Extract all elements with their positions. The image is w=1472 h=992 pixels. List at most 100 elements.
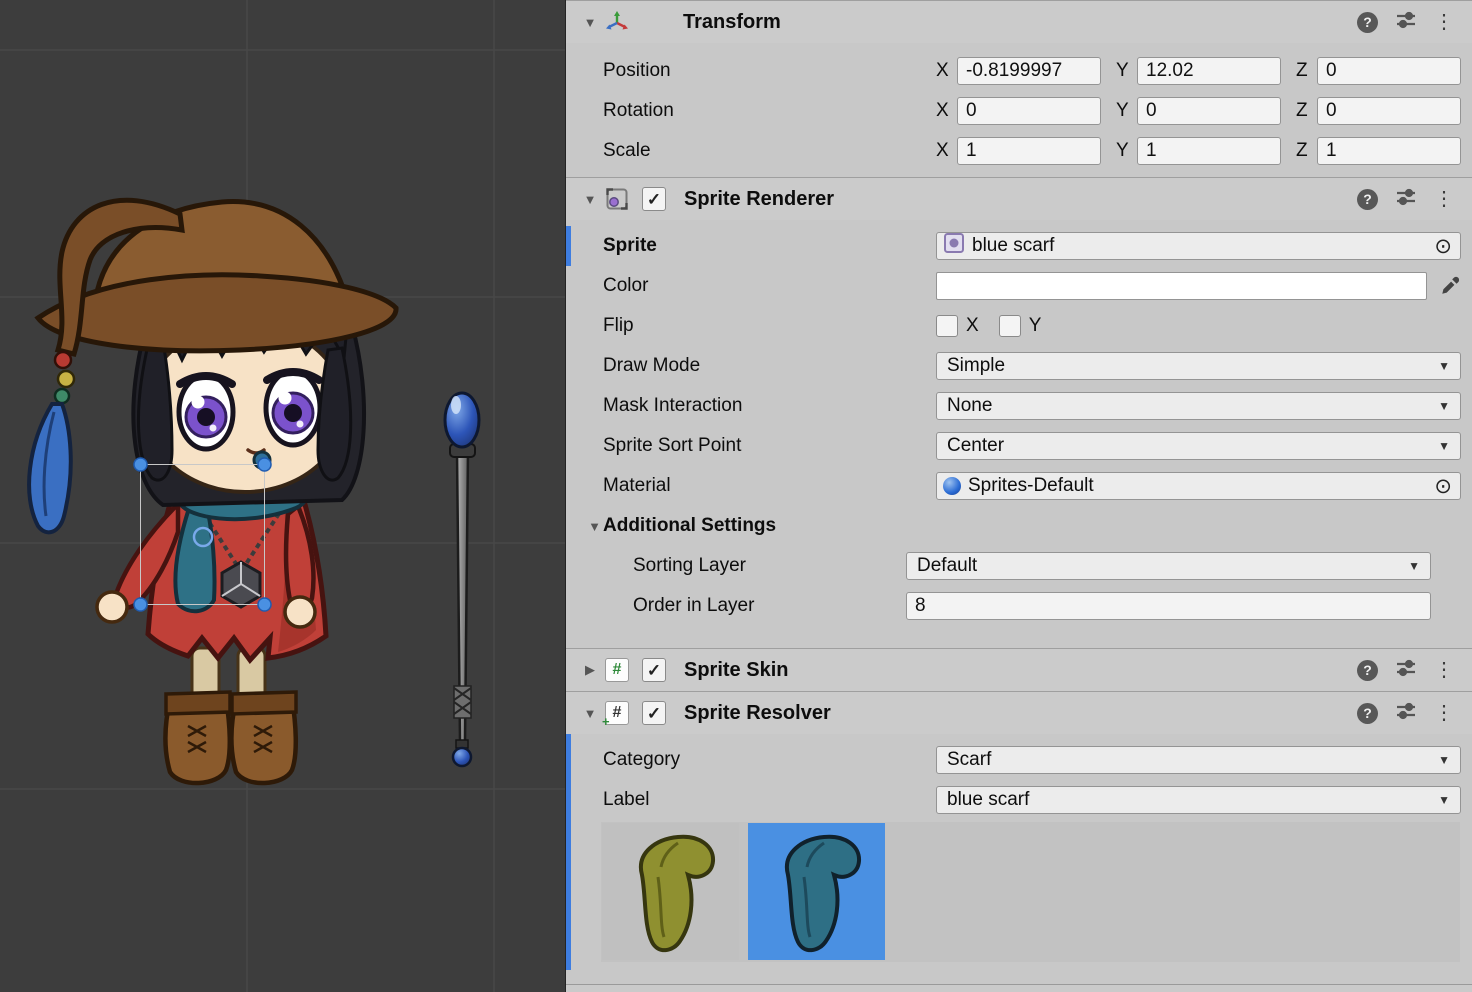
axis-z-label[interactable]: Z: [1296, 60, 1317, 82]
sprite-skin-header[interactable]: ▶ # ✓ Sprite Skin ? ⋮: [566, 648, 1472, 691]
scene-canvas[interactable]: [0, 0, 565, 992]
help-icon[interactable]: ?: [1357, 660, 1378, 681]
object-picker-icon[interactable]: ⊙: [1434, 476, 1452, 497]
category-row: Category Scarf ▼: [566, 740, 1472, 780]
category-dropdown[interactable]: Scarf ▼: [936, 746, 1461, 774]
color-label: Color: [603, 275, 936, 297]
axis-z-label[interactable]: Z: [1296, 140, 1317, 162]
draw-mode-value: Simple: [947, 355, 1005, 377]
sorting-layer-dropdown[interactable]: Default ▼: [906, 552, 1431, 580]
mask-interaction-row: Mask Interaction None ▼: [566, 386, 1472, 426]
order-in-layer-label: Order in Layer: [603, 595, 906, 617]
presets-icon[interactable]: [1395, 9, 1417, 36]
scene-view[interactable]: [0, 0, 565, 992]
rotation-y-input[interactable]: [1137, 97, 1281, 125]
sorting-layer-row: Sorting Layer Default ▼: [566, 546, 1472, 586]
sprite-sort-point-dropdown[interactable]: Center ▼: [936, 432, 1461, 460]
sprite-sort-point-label: Sprite Sort Point: [603, 435, 936, 457]
scale-z-input[interactable]: [1317, 137, 1461, 165]
sprite-skin-title: Sprite Skin: [684, 659, 788, 682]
position-row: Position X Y Z: [566, 51, 1472, 91]
presets-icon[interactable]: [1395, 657, 1417, 684]
presets-icon[interactable]: [1395, 186, 1417, 213]
sprite-renderer-icon: [604, 186, 630, 212]
position-x-input[interactable]: [957, 57, 1101, 85]
flip-y-checkbox[interactable]: [999, 315, 1021, 337]
component-enabled-checkbox[interactable]: ✓: [642, 658, 666, 682]
sprite-resolver-icon: #+: [604, 700, 630, 726]
foldout-closed-icon[interactable]: ▶: [580, 662, 600, 678]
axis-y-label[interactable]: Y: [1116, 100, 1137, 122]
axis-y-label[interactable]: Y: [1116, 60, 1137, 82]
draw-mode-dropdown[interactable]: Simple ▼: [936, 352, 1461, 380]
foldout-open-icon[interactable]: ▼: [580, 192, 600, 207]
mask-interaction-dropdown[interactable]: None ▼: [936, 392, 1461, 420]
kebab-menu-icon[interactable]: ⋮: [1434, 660, 1454, 680]
label-dropdown[interactable]: blue scarf ▼: [936, 786, 1461, 814]
help-icon[interactable]: ?: [1357, 189, 1378, 210]
label-value: blue scarf: [947, 789, 1029, 811]
sprite-renderer-header[interactable]: ▼ ✓ Sprite Renderer ? ⋮: [566, 177, 1472, 220]
scale-y-input[interactable]: [1137, 137, 1281, 165]
inspector-footer-divider: [566, 984, 1472, 992]
position-z-input[interactable]: [1317, 57, 1461, 85]
object-picker-icon[interactable]: ⊙: [1434, 236, 1452, 257]
kebab-menu-icon[interactable]: ⋮: [1434, 189, 1454, 209]
rotation-label: Rotation: [603, 100, 936, 122]
flip-y-label: Y: [1029, 315, 1042, 337]
sprite-resolver-body: Category Scarf ▼ Label blue scarf ▼: [566, 734, 1472, 970]
additional-settings-label: Additional Settings: [603, 515, 936, 537]
presets-icon[interactable]: [1395, 700, 1417, 727]
position-y-input[interactable]: [1137, 57, 1281, 85]
axis-y-label[interactable]: Y: [1116, 140, 1137, 162]
axis-z-label[interactable]: Z: [1296, 100, 1317, 122]
kebab-menu-icon[interactable]: ⋮: [1434, 703, 1454, 723]
draw-mode-label: Draw Mode: [603, 355, 936, 377]
sprite-sort-point-row: Sprite Sort Point Center ▼: [566, 426, 1472, 466]
sprite-row: Sprite blue scarf ⊙: [566, 226, 1472, 266]
foldout-open-icon[interactable]: ▼: [580, 706, 600, 721]
axis-x-label[interactable]: X: [936, 60, 957, 82]
chevron-down-icon: ▼: [1438, 399, 1450, 413]
flip-label: Flip: [603, 315, 936, 337]
thumbnail-green-scarf[interactable]: [602, 823, 739, 960]
order-in-layer-input[interactable]: [906, 592, 1431, 620]
rotation-x-input[interactable]: [957, 97, 1101, 125]
axis-x-label[interactable]: X: [936, 140, 957, 162]
transform-icon: [604, 9, 630, 35]
draw-mode-row: Draw Mode Simple ▼: [566, 346, 1472, 386]
foldout-open-icon[interactable]: ▼: [580, 15, 600, 30]
scale-label: Scale: [603, 140, 936, 162]
sprite-resolver-header[interactable]: ▼ #+ ✓ Sprite Resolver ? ⋮: [566, 691, 1472, 734]
scale-x-input[interactable]: [957, 137, 1101, 165]
sprite-asset-icon: [943, 232, 965, 260]
rotation-z-input[interactable]: [1317, 97, 1461, 125]
chevron-down-icon: ▼: [1438, 439, 1450, 453]
additional-settings-row[interactable]: ▼ Additional Settings: [566, 506, 1472, 546]
position-label: Position: [603, 60, 936, 82]
mask-interaction-label: Mask Interaction: [603, 395, 936, 417]
flip-row: Flip X Y: [566, 306, 1472, 346]
material-object-field[interactable]: Sprites-Default ⊙: [936, 472, 1461, 500]
transform-header[interactable]: ▼ Transform ? ⋮: [566, 0, 1472, 43]
rotation-row: Rotation X Y Z: [566, 91, 1472, 131]
thumbnail-blue-scarf[interactable]: [748, 823, 885, 960]
eyedropper-icon[interactable]: [1427, 275, 1461, 297]
sprite-object-field[interactable]: blue scarf ⊙: [936, 232, 1461, 260]
component-enabled-checkbox[interactable]: ✓: [642, 187, 666, 211]
chevron-down-icon: ▼: [1408, 559, 1420, 573]
flip-x-checkbox[interactable]: [936, 315, 958, 337]
sorting-layer-label: Sorting Layer: [603, 555, 906, 577]
component-enabled-checkbox[interactable]: ✓: [642, 701, 666, 725]
sprite-renderer-title: Sprite Renderer: [684, 188, 834, 211]
color-swatch[interactable]: [936, 272, 1427, 300]
help-icon[interactable]: ?: [1357, 12, 1378, 33]
sprite-resolver-title: Sprite Resolver: [684, 702, 831, 725]
chevron-down-icon: ▼: [1438, 359, 1450, 373]
axis-x-label[interactable]: X: [936, 100, 957, 122]
kebab-menu-icon[interactable]: ⋮: [1434, 12, 1454, 32]
help-icon[interactable]: ?: [1357, 703, 1378, 724]
sprite-value: blue scarf: [972, 235, 1054, 257]
scale-row: Scale X Y Z: [566, 131, 1472, 171]
foldout-open-icon[interactable]: ▼: [586, 519, 603, 534]
